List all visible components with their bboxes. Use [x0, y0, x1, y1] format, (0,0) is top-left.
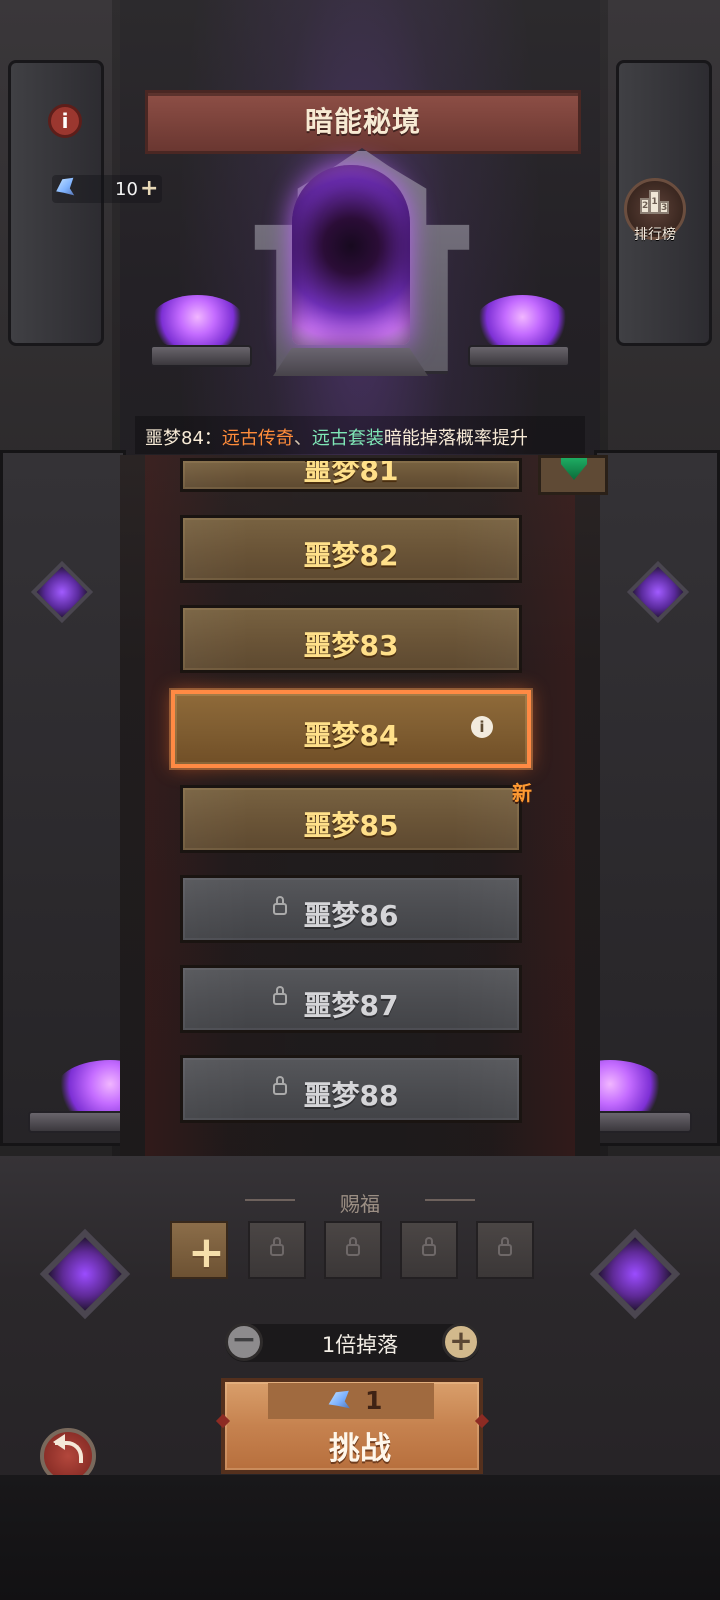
info-button[interactable]: i: [48, 104, 82, 138]
new-badge: 新: [512, 781, 532, 805]
challenge-cost: 1: [365, 1386, 383, 1415]
event-legendary: 远古传奇: [221, 428, 294, 449]
event-set-item: 远古套装: [311, 428, 384, 449]
resource-count: 10: [115, 179, 138, 200]
increase-drop-button[interactable]: +: [442, 1323, 480, 1361]
level-label: 噩梦85: [303, 809, 399, 842]
lock-icon: [346, 1237, 360, 1256]
event-description: 暗能掉落概率提升: [383, 428, 528, 449]
left-tower: [0, 450, 126, 1146]
purple-fire-icon: [150, 295, 245, 350]
page-title: 暗能秘境: [304, 105, 421, 138]
plus-icon: +: [188, 1227, 225, 1278]
brazier: [468, 345, 570, 367]
event-separator: 、: [293, 428, 312, 449]
level-row-88[interactable]: 噩梦88: [180, 1055, 522, 1123]
portal-icon: [292, 165, 410, 345]
level-row-82[interactable]: 噩梦82: [180, 515, 522, 583]
level-row-81[interactable]: 噩梦81: [180, 458, 522, 492]
level-row-86[interactable]: 噩梦86: [180, 875, 522, 943]
challenge-label: 挑战: [329, 1431, 391, 1467]
lock-icon: [422, 1237, 436, 1256]
right-tower: [594, 450, 720, 1146]
left-column: [8, 60, 104, 346]
level-label: 噩梦83: [303, 629, 399, 662]
level-label: 噩梦87: [303, 989, 399, 1022]
add-resource-button[interactable]: +: [140, 176, 158, 201]
stone-floor: [0, 1475, 720, 1600]
level-row-87[interactable]: 噩梦87: [180, 965, 522, 1033]
level-label: 噩梦82: [303, 539, 399, 572]
event-text: 噩梦84：远古传奇、远古套装暗能掉落概率提升: [145, 424, 528, 450]
lock-icon: [270, 1237, 284, 1256]
purple-fire-icon: [475, 295, 570, 350]
lock-icon: [498, 1237, 512, 1256]
leaderboard-label: 排行榜: [634, 227, 676, 243]
level-label: 噩梦86: [303, 899, 399, 932]
event-stage: 噩梦84：: [145, 428, 222, 449]
level-row-83[interactable]: 噩梦83: [180, 605, 522, 673]
blessing-title: 赐福: [340, 1192, 380, 1216]
portal-stairs: [273, 348, 428, 376]
shield-icon: [538, 455, 608, 495]
level-label: 噩梦81: [303, 458, 399, 487]
level-row-85[interactable]: 噩梦85: [180, 785, 522, 853]
podium-icon: 2 1 3: [640, 186, 670, 214]
level-row-84[interactable]: 噩梦84 i: [171, 690, 531, 768]
brazier: [150, 345, 252, 367]
title-banner: 暗能秘境: [145, 90, 581, 154]
challenge-cost-band: [268, 1383, 434, 1419]
drop-rate-label: 1倍掉落: [321, 1333, 399, 1357]
info-icon[interactable]: i: [471, 716, 493, 738]
level-label: 噩梦88: [303, 1079, 399, 1112]
